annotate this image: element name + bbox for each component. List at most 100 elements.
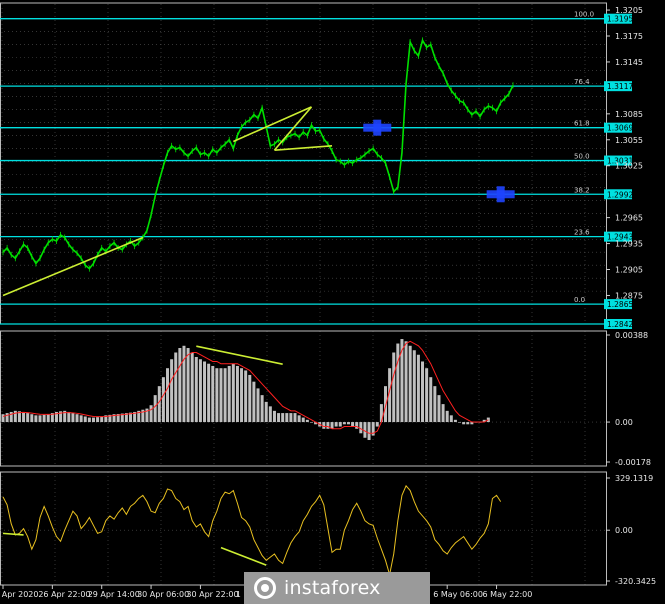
fib-level-pct: 61.8 xyxy=(574,120,590,128)
macd-hist-bar xyxy=(30,414,34,423)
cci-trend-line xyxy=(2,532,24,536)
price-tick-label: 1.3145 xyxy=(615,58,643,67)
macd-hist-bar xyxy=(166,368,170,423)
macd-hist-bar xyxy=(449,415,453,423)
macd-hist-bar xyxy=(22,411,26,423)
macd-hist-bar xyxy=(342,422,346,425)
macd-hist-bar xyxy=(412,350,416,423)
macd-hist-bar xyxy=(71,413,75,423)
macd-hist-bar xyxy=(421,361,425,423)
macd-hist-bar xyxy=(425,368,429,423)
macd-hist-bar xyxy=(346,422,350,425)
macd-hist-bar xyxy=(223,368,227,423)
macd-hist-bar xyxy=(190,352,194,423)
macd-hist-bar xyxy=(207,363,211,423)
price-tick-label: 1.2905 xyxy=(615,266,643,275)
macd-hist-bar xyxy=(38,415,42,423)
macd-hist-bar xyxy=(445,410,449,423)
macd-hist-bar xyxy=(5,413,9,423)
fib-level-pct: 23.6 xyxy=(574,229,590,237)
fib-level-tag-label: 1.2842 xyxy=(607,320,633,329)
macd-hist-bar xyxy=(67,411,71,423)
logo-icon xyxy=(254,577,276,599)
fib-level-tag-label: 1.2992 xyxy=(607,190,633,199)
macd-hist-bar xyxy=(334,422,338,427)
macd-hist-bar xyxy=(277,413,281,423)
cci-line xyxy=(2,484,502,575)
macd-hist-bar xyxy=(174,352,178,423)
price-tick-label: 1.3055 xyxy=(615,136,643,145)
macd-hist-bar xyxy=(458,422,462,423)
macd-hist-bar xyxy=(75,414,79,423)
macd-hist-bar xyxy=(260,395,264,423)
macd-hist-bar xyxy=(1,414,5,423)
chart-screen: 100.0 1.3195 76.4 1.3117 61.8 1.3069 50.0 1.303… xyxy=(0,0,665,604)
trend-line xyxy=(273,106,313,151)
macd-hist-bar xyxy=(203,361,207,423)
macd-hist-bar xyxy=(351,422,355,427)
macd-hist-bar xyxy=(83,416,87,423)
price-tick-label: 1.2935 xyxy=(615,240,643,249)
macd-hist-bar xyxy=(437,395,441,423)
macd-hist-bar xyxy=(46,413,50,423)
macd-hist-bar xyxy=(100,416,104,423)
macd-hist-bar xyxy=(293,413,297,423)
macd-hist-bar xyxy=(231,363,235,423)
macd-hist-bar xyxy=(441,404,445,423)
macd-hist-bar xyxy=(429,377,433,423)
x-tick-label: 30 Apr 06:00 xyxy=(137,590,189,599)
macd-hist-bar xyxy=(301,417,305,423)
macd-hist-bar xyxy=(285,413,289,423)
macd-hist-bar xyxy=(268,406,272,423)
fib-level-tag-label: 1.3195 xyxy=(607,15,633,24)
macd-hist-bar xyxy=(326,422,330,429)
macd-hist-bar xyxy=(272,410,276,423)
macd-hist-bar xyxy=(248,374,252,423)
macd-tick-label: 0.00388 xyxy=(615,331,648,340)
macd-hist-bar xyxy=(79,415,83,423)
watermark-logo: instaforex xyxy=(244,572,430,604)
price-tick-label: 1.3205 xyxy=(615,6,643,15)
cci-tick-label: -320.3425 xyxy=(615,577,656,586)
macd-hist-bar xyxy=(466,422,470,425)
macd-hist-bar xyxy=(227,365,231,423)
macd-hist-bar xyxy=(453,419,457,423)
x-tick-label: 23 Apr 2020 xyxy=(0,590,38,599)
macd-hist-bar xyxy=(244,370,248,423)
macd-hist-bar xyxy=(186,348,190,423)
macd-hist-bar xyxy=(170,359,174,423)
price-frame xyxy=(0,2,607,325)
logo-text: instaforex xyxy=(284,577,381,599)
fib-level-pct: 76.4 xyxy=(574,78,590,86)
macd-hist-bar xyxy=(367,422,371,441)
x-tick-label: 6 May 22:00 xyxy=(483,590,533,599)
macd-hist-bar xyxy=(161,377,165,423)
x-tick-label: 30 Apr 22:00 xyxy=(186,590,238,599)
macd-hist-bar xyxy=(219,368,223,423)
x-tick-label: 29 Apr 14:00 xyxy=(88,590,140,599)
x-tick-label: 6 May 06:00 xyxy=(433,590,483,599)
macd-hist-bar xyxy=(215,368,219,423)
fib-level-pct: 0.0 xyxy=(574,296,585,304)
macd-hist-bar xyxy=(392,352,396,423)
macd-hist-bar xyxy=(289,413,293,423)
macd-hist-bar xyxy=(416,354,420,423)
macd-hist-bar xyxy=(433,386,437,423)
macd-hist-bar xyxy=(281,413,285,423)
macd-hist-bar xyxy=(194,356,198,423)
macd-hist-bar xyxy=(252,381,256,423)
macd-hist-bar xyxy=(396,343,400,423)
macd-trend-line xyxy=(196,345,283,365)
trend-line xyxy=(2,236,144,297)
fib-level-pct: 50.0 xyxy=(574,153,590,161)
marker-v xyxy=(373,119,382,136)
macd-hist-bar xyxy=(408,345,412,423)
macd-frame xyxy=(0,330,607,467)
chart-svg: 100.0 1.319576.4 1.311761.8 1.306950.0 1.303… xyxy=(0,2,656,599)
macd-hist-bar xyxy=(153,395,157,423)
x-tick-label: 26 Apr 22:00 xyxy=(38,590,90,599)
macd-hist-bar xyxy=(26,413,30,423)
macd-hist-bar xyxy=(211,365,215,423)
price-tick-label: 1.3085 xyxy=(615,110,643,119)
macd-hist-bar xyxy=(375,422,379,427)
